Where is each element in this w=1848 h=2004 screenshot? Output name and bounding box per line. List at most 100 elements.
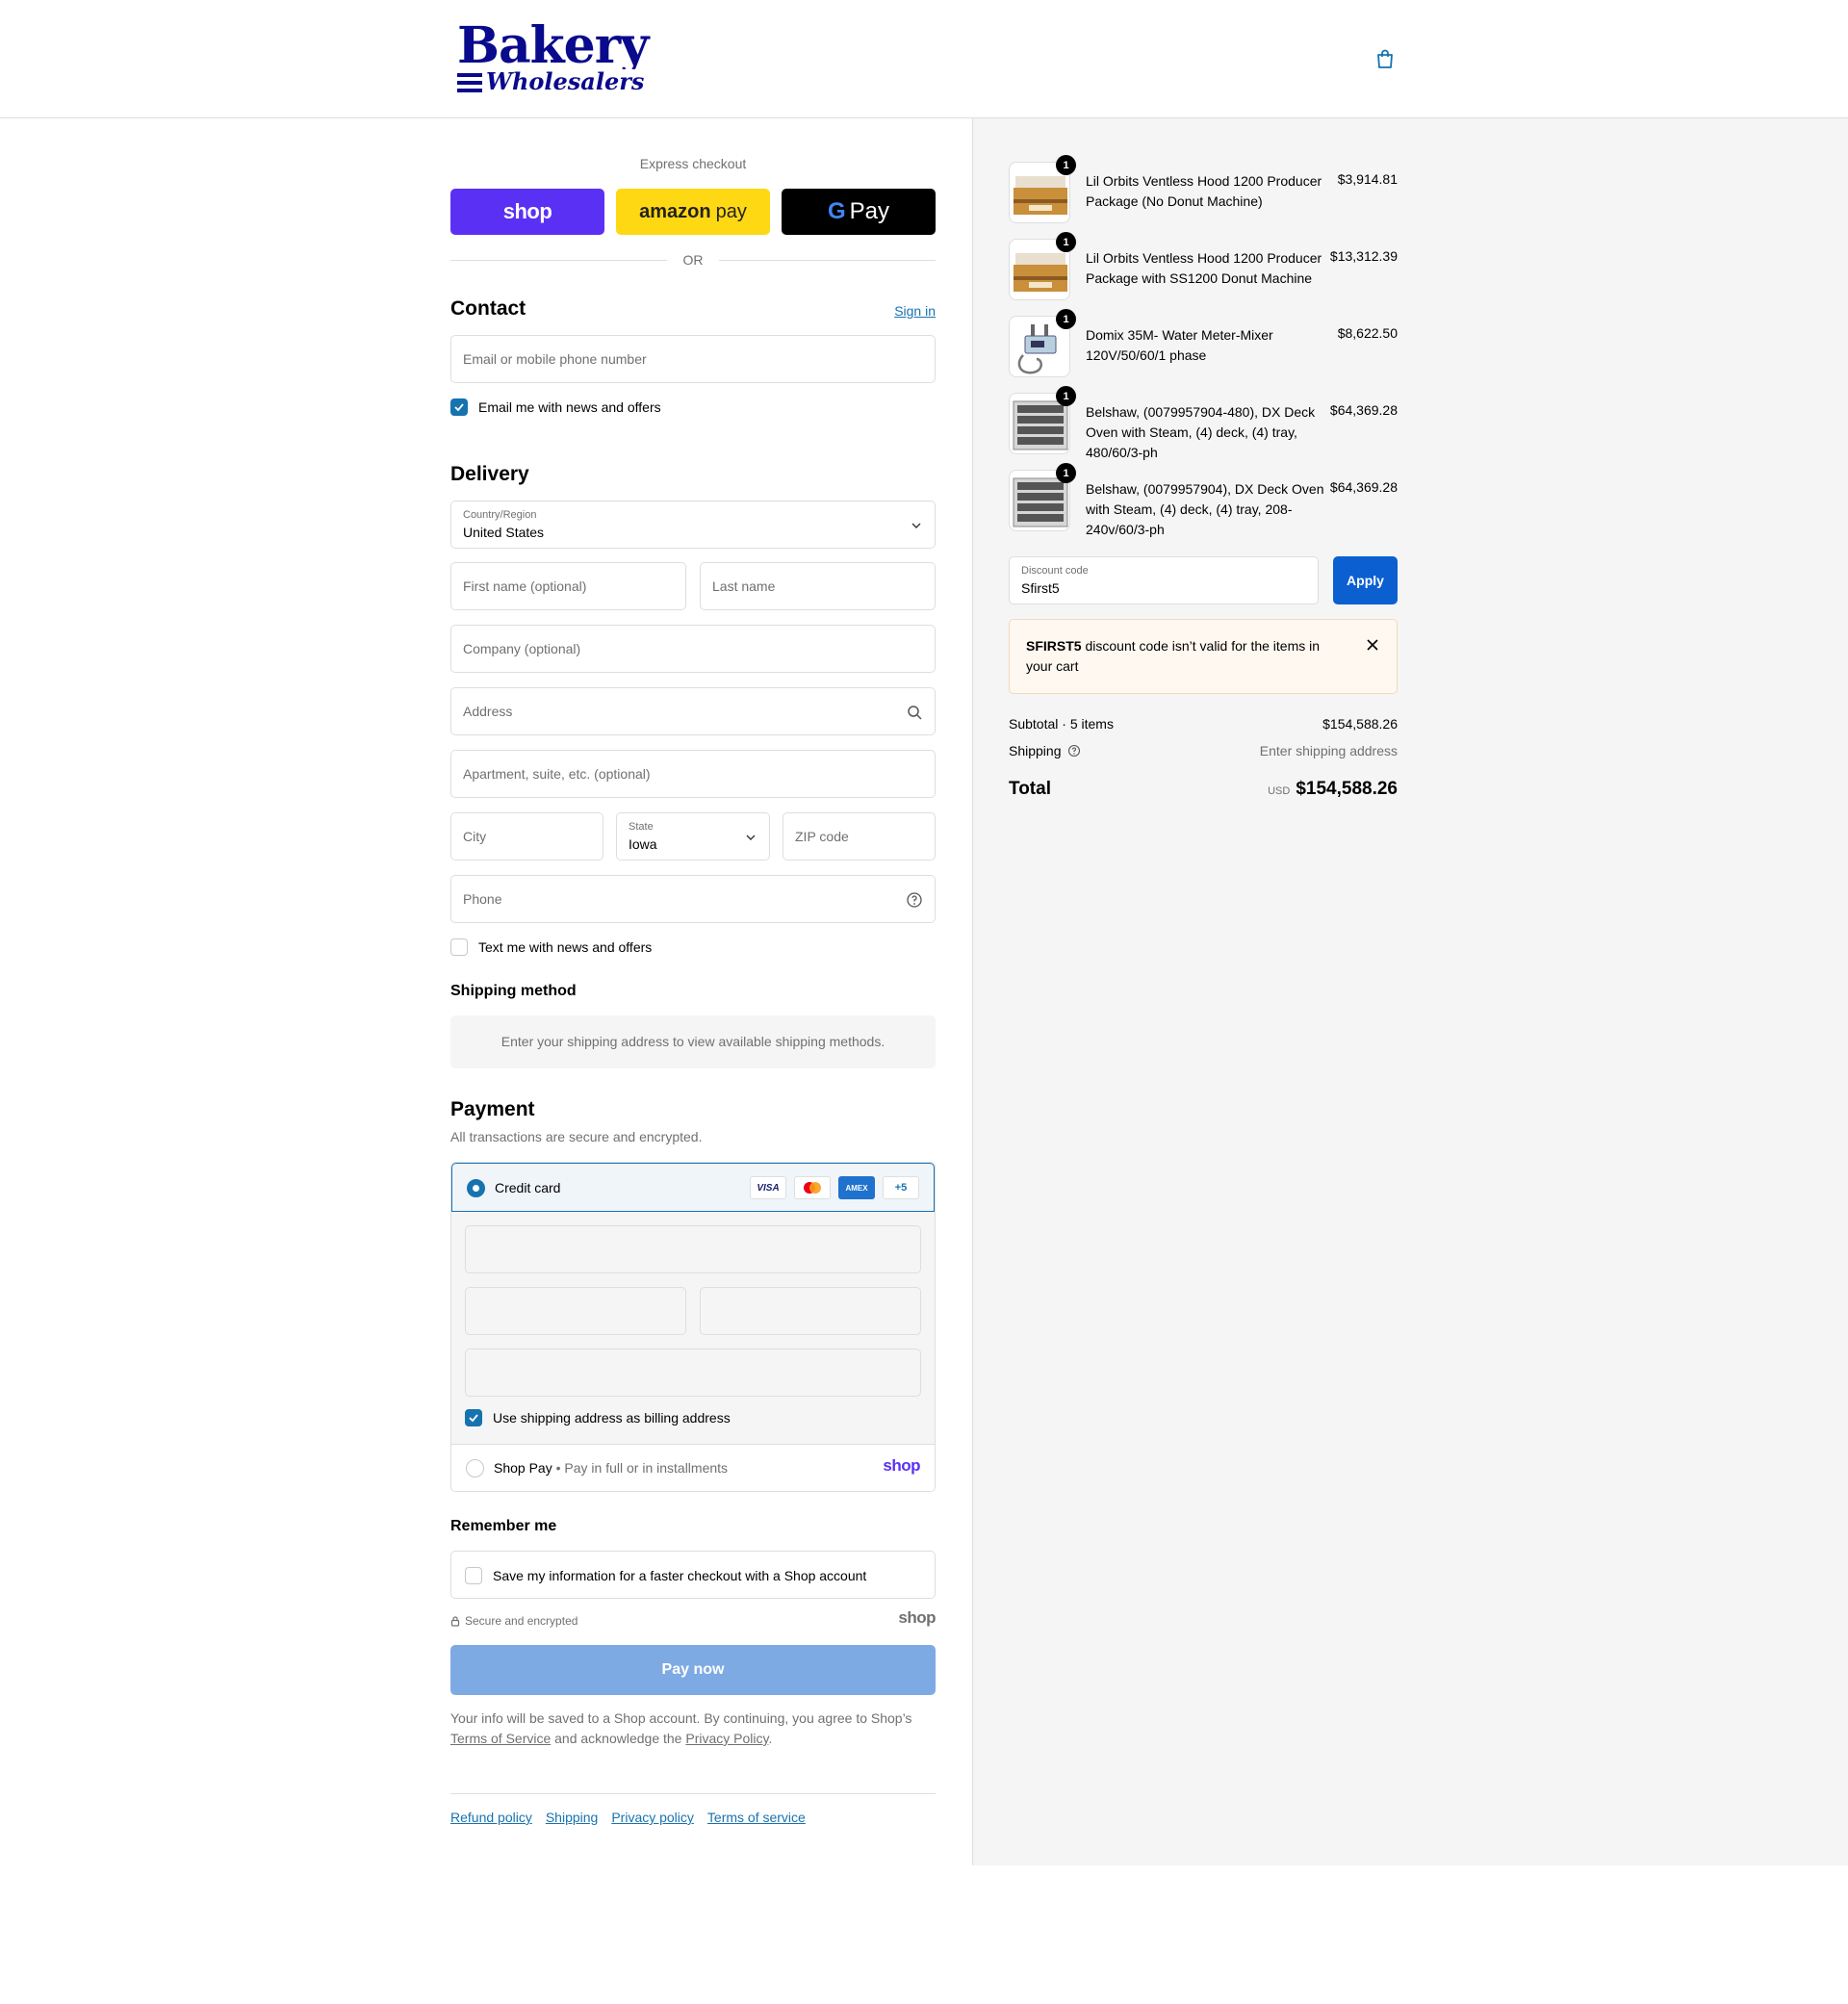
- discount-label: Discount code: [1021, 565, 1089, 577]
- checkbox-checked-icon[interactable]: [450, 398, 468, 416]
- quantity-badge: 1: [1056, 463, 1076, 483]
- discount-error-alert: SFIRST5 discount code isn’t valid for th…: [1009, 619, 1398, 694]
- email-field[interactable]: Email or mobile phone number: [450, 335, 936, 383]
- save-info-checkbox[interactable]: Save my information for a faster checkou…: [465, 1566, 866, 1585]
- item-price: $64,369.28: [1329, 479, 1398, 495]
- subtotal-value: $154,588.26: [1322, 716, 1398, 732]
- checkbox-unchecked-icon[interactable]: [450, 938, 468, 956]
- phone-placeholder: Phone: [463, 891, 502, 907]
- shipping-value: Enter shipping address: [1259, 743, 1398, 758]
- legal-text-2: and acknowledge the: [554, 1731, 682, 1746]
- amazon-label: amazon: [639, 200, 711, 222]
- shop-pay-option-label: Shop Pay: [494, 1460, 552, 1476]
- shop-pay-label: shop: [502, 199, 552, 223]
- search-icon: [908, 706, 922, 720]
- footer-refund-policy-link[interactable]: Refund policy: [450, 1810, 532, 1825]
- discount-value: Sfirst5: [1021, 580, 1060, 596]
- remember-me-box[interactable]: Save my information for a faster checkou…: [450, 1551, 936, 1599]
- item-name: Belshaw, (0079957904), DX Deck Oven with…: [1086, 481, 1324, 537]
- credit-card-form: Use shipping address as billing address: [451, 1212, 935, 1445]
- privacy-policy-link[interactable]: Privacy Policy: [685, 1731, 768, 1746]
- billing-address-checkbox[interactable]: Use shipping address as billing address: [465, 1408, 731, 1427]
- phone-field[interactable]: Phone: [450, 875, 936, 923]
- checkbox-checked-icon[interactable]: [465, 1409, 482, 1426]
- express-checkout-title: Express checkout: [639, 156, 747, 171]
- apartment-field[interactable]: Apartment, suite, etc. (optional): [450, 750, 936, 798]
- shop-pay-option[interactable]: Shop Pay • Pay in full or in installment…: [451, 1445, 935, 1491]
- bakery-wholesalers-logo[interactable]: Bakery Wholesalers: [457, 16, 649, 94]
- shipping-row: Shipping Enter shipping address: [1009, 743, 1398, 758]
- quantity-badge: 1: [1056, 155, 1076, 175]
- zip-placeholder: ZIP code: [795, 829, 849, 844]
- address-field[interactable]: Address: [450, 687, 936, 735]
- google-pay-button[interactable]: G Pay: [782, 189, 936, 235]
- first-name-placeholder: First name (optional): [463, 578, 587, 594]
- credit-card-option[interactable]: Credit card VISA AMEX +5: [451, 1163, 935, 1212]
- last-name-field[interactable]: Last name: [700, 562, 936, 610]
- footer-privacy-policy-link[interactable]: Privacy policy: [611, 1810, 694, 1825]
- payment-title: Payment: [450, 1098, 535, 1120]
- radio-selected-icon[interactable]: [467, 1179, 485, 1197]
- help-circle-icon[interactable]: [906, 891, 923, 909]
- footer-terms-link[interactable]: Terms of service: [707, 1810, 806, 1825]
- shipping-method-info: Enter your shipping address to view avai…: [450, 1015, 936, 1068]
- terms-of-service-link[interactable]: Terms of Service: [450, 1731, 551, 1746]
- footer-shipping-link[interactable]: Shipping: [546, 1810, 599, 1825]
- currency-code: USD: [1268, 785, 1291, 797]
- discount-code-field[interactable]: Discount code Sfirst5: [1009, 556, 1319, 604]
- address-placeholder: Address: [463, 704, 513, 719]
- shopping-bag-icon[interactable]: [1374, 48, 1396, 69]
- radio-unselected-icon[interactable]: [466, 1459, 484, 1477]
- country-value: United States: [463, 525, 545, 540]
- help-circle-icon[interactable]: [1067, 744, 1081, 758]
- shop-pay-option-sub: Pay in full or in installments: [564, 1460, 729, 1476]
- item-name: Lil Orbits Ventless Hood 1200 Producer P…: [1086, 250, 1322, 286]
- quantity-badge: 1: [1056, 309, 1076, 329]
- apartment-placeholder: Apartment, suite, etc. (optional): [463, 766, 651, 782]
- amex-icon: AMEX: [838, 1176, 875, 1199]
- amazon-pay-button[interactable]: amazon pay: [616, 189, 770, 235]
- company-field[interactable]: Company (optional): [450, 625, 936, 673]
- visa-icon: VISA: [750, 1176, 786, 1199]
- expiration-field[interactable]: [465, 1287, 686, 1335]
- state-select[interactable]: State Iowa: [616, 812, 770, 861]
- email-news-label: Email me with news and offers: [478, 399, 661, 415]
- email-news-checkbox[interactable]: Email me with news and offers: [450, 398, 661, 417]
- total-value: $154,588.26: [1296, 779, 1398, 799]
- text-news-checkbox[interactable]: Text me with news and offers: [450, 938, 652, 957]
- contact-title: Contact: [450, 297, 526, 320]
- sign-in-link[interactable]: Sign in: [894, 303, 936, 319]
- quantity-badge: 1: [1056, 232, 1076, 252]
- shop-pay-express-button[interactable]: shop: [450, 189, 604, 235]
- close-icon[interactable]: [1366, 638, 1379, 652]
- item-name: Belshaw, (0079957904-480), DX Deck Oven …: [1086, 404, 1316, 460]
- country-select[interactable]: Country/Region United States: [450, 501, 936, 549]
- save-info-label: Save my information for a faster checkou…: [493, 1568, 867, 1583]
- payment-subtitle: All transactions are secure and encrypte…: [450, 1129, 703, 1144]
- security-code-field[interactable]: [700, 1287, 921, 1335]
- country-label: Country/Region: [463, 509, 537, 521]
- discount-error-code: SFIRST5: [1026, 638, 1082, 654]
- shop-logo-grey: shop: [898, 1608, 936, 1627]
- zip-field[interactable]: ZIP code: [783, 812, 936, 861]
- legal-text-3: .: [768, 1731, 773, 1746]
- last-name-placeholder: Last name: [712, 578, 776, 594]
- name-on-card-field[interactable]: [465, 1349, 921, 1397]
- footer-divider: [450, 1793, 936, 1794]
- checkbox-unchecked-icon[interactable]: [465, 1567, 482, 1584]
- first-name-field[interactable]: First name (optional): [450, 562, 686, 610]
- header: Bakery Wholesalers: [0, 0, 1848, 118]
- shop-logo: shop: [883, 1456, 920, 1475]
- apply-discount-button[interactable]: Apply: [1333, 556, 1398, 604]
- more-cards-badge[interactable]: +5: [883, 1176, 919, 1199]
- total-label: Total: [1009, 779, 1051, 799]
- card-number-field[interactable]: [465, 1225, 921, 1273]
- or-divider: OR: [450, 251, 936, 269]
- company-placeholder: Company (optional): [463, 641, 581, 656]
- pay-now-button[interactable]: Pay now: [450, 1645, 936, 1695]
- credit-card-label: Credit card: [495, 1180, 561, 1195]
- city-field[interactable]: City: [450, 812, 603, 861]
- logo-text-top: Bakery: [457, 16, 649, 75]
- amazon-pay-label: pay: [715, 200, 747, 222]
- logo-banner: Wholesalers: [457, 69, 649, 94]
